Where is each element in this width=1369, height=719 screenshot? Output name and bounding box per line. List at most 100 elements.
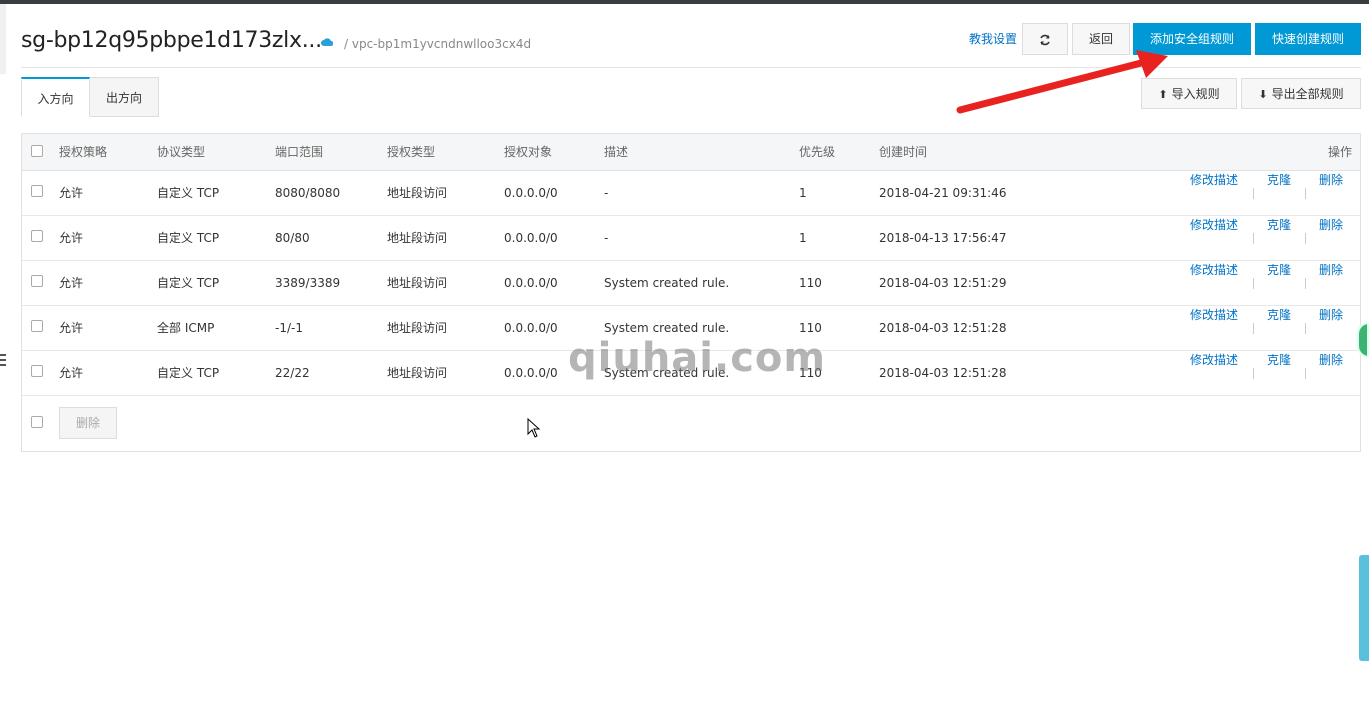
cell-port: -1/-1 (275, 321, 303, 335)
divider (1253, 188, 1254, 199)
menu-icon[interactable] (0, 354, 6, 368)
edit-description-link[interactable]: 修改描述 (1190, 171, 1238, 188)
cell-priority: 1 (799, 186, 807, 200)
edit-description-link[interactable]: 修改描述 (1190, 351, 1238, 368)
cell-policy: 允许 (59, 186, 84, 200)
top-nav-bar (0, 0, 1369, 4)
delete-link[interactable]: 删除 (1319, 261, 1343, 278)
table-footer: 删除 (22, 396, 1360, 452)
cell-target: 0.0.0.0/0 (504, 276, 558, 290)
cell-priority: 1 (799, 231, 807, 245)
select-all-checkbox[interactable] (31, 145, 43, 157)
cell-target: 0.0.0.0/0 (504, 231, 558, 245)
cell-auth-type: 地址段访问 (387, 276, 448, 290)
clone-link[interactable]: 克隆 (1267, 171, 1291, 188)
left-sidebar-edge (0, 4, 6, 74)
col-target: 授权对象 (504, 145, 553, 159)
cell-policy: 允许 (59, 321, 84, 335)
col-auth-type: 授权类型 (387, 145, 436, 159)
cell-target: 0.0.0.0/0 (504, 186, 558, 200)
download-icon: ⬇ (1258, 88, 1268, 101)
cell-created: 2018-04-03 12:51:28 (879, 321, 1007, 335)
cell-auth-type: 地址段访问 (387, 366, 448, 380)
edit-description-link[interactable]: 修改描述 (1190, 261, 1238, 278)
cell-priority: 110 (799, 276, 822, 290)
row-checkbox[interactable] (31, 185, 43, 197)
edit-description-link[interactable]: 修改描述 (1190, 306, 1238, 323)
vpc-id: / vpc-bp1m1yvcndnwlloo3cx4d (344, 37, 532, 51)
clone-link[interactable]: 克隆 (1267, 306, 1291, 323)
clone-link[interactable]: 克隆 (1267, 351, 1291, 368)
divider (1305, 323, 1306, 334)
cloud-icon (321, 38, 333, 46)
cell-port: 3389/3389 (275, 276, 341, 290)
cell-protocol: 全部 ICMP (157, 321, 215, 335)
col-created: 创建时间 (879, 145, 928, 159)
divider (1305, 188, 1306, 199)
quick-create-rule-button[interactable]: 快速创建规则 (1255, 23, 1361, 55)
cell-protocol: 自定义 TCP (157, 366, 220, 380)
col-protocol: 协议类型 (157, 145, 206, 159)
cell-created: 2018-04-21 09:31:46 (879, 186, 1007, 200)
cell-protocol: 自定义 TCP (157, 276, 220, 290)
tab-outbound[interactable]: 出方向 (89, 77, 159, 117)
cell-auth-type: 地址段访问 (387, 186, 448, 200)
row-checkbox[interactable] (31, 275, 43, 287)
delete-link[interactable]: 删除 (1319, 306, 1343, 323)
clone-link[interactable]: 克隆 (1267, 216, 1291, 233)
row-checkbox[interactable] (31, 365, 43, 377)
cell-created: 2018-04-03 12:51:28 (879, 366, 1007, 380)
table-header: 授权策略 协议类型 端口范围 授权类型 授权对象 描述 优先级 创建时间 操作 (22, 134, 1360, 171)
side-feedback-widget[interactable] (1359, 555, 1369, 661)
export-rules-label: 导出全部规则 (1271, 87, 1344, 101)
cell-auth-type: 地址段访问 (387, 231, 448, 245)
cell-description: - (604, 231, 609, 245)
col-port: 端口范围 (275, 145, 324, 159)
col-priority: 优先级 (799, 145, 836, 159)
refresh-icon (1040, 34, 1050, 45)
delete-link[interactable]: 删除 (1319, 216, 1343, 233)
table-row: 允许 自定义 TCP 80/80 地址段访问 0.0.0.0/0 - 1 201… (22, 216, 1360, 261)
table-row: 允许 自定义 TCP 3389/3389 地址段访问 0.0.0.0/0 Sys… (22, 261, 1360, 306)
divider (1253, 368, 1254, 379)
side-badge[interactable] (1357, 322, 1369, 358)
cell-created: 2018-04-03 12:51:29 (879, 276, 1007, 290)
table-row: 允许 自定义 TCP 8080/8080 地址段访问 0.0.0.0/0 - 1… (22, 171, 1360, 216)
delete-link[interactable]: 删除 (1319, 351, 1343, 368)
clone-link[interactable]: 克隆 (1267, 261, 1291, 278)
watermark: qiuhai.com (568, 335, 827, 381)
help-link[interactable]: 教我设置 (969, 30, 1017, 47)
cell-protocol: 自定义 TCP (157, 231, 220, 245)
export-rules-button[interactable]: ⬇ 导出全部规则 (1241, 78, 1361, 109)
delete-link[interactable]: 删除 (1319, 171, 1343, 188)
col-description: 描述 (604, 145, 629, 159)
divider (1305, 368, 1306, 379)
edit-description-link[interactable]: 修改描述 (1190, 216, 1238, 233)
tab-inbound[interactable]: 入方向 (21, 77, 90, 117)
bulk-delete-button[interactable]: 删除 (59, 407, 117, 439)
divider (1305, 278, 1306, 289)
cell-protocol: 自定义 TCP (157, 186, 220, 200)
col-actions: 操作 (1328, 145, 1353, 159)
rules-table: 授权策略 协议类型 端口范围 授权类型 授权对象 描述 优先级 创建时间 操作 … (21, 133, 1361, 452)
cell-port: 80/80 (275, 231, 310, 245)
cell-policy: 允许 (59, 366, 84, 380)
col-policy: 授权策略 (59, 145, 108, 159)
cell-policy: 允许 (59, 276, 84, 290)
row-checkbox[interactable] (31, 230, 43, 242)
divider (1253, 323, 1254, 334)
mouse-cursor-icon (527, 418, 541, 438)
cell-created: 2018-04-13 17:56:47 (879, 231, 1007, 245)
divider (1305, 233, 1306, 244)
cell-description: - (604, 186, 609, 200)
divider (1253, 278, 1254, 289)
cell-target: 0.0.0.0/0 (504, 321, 558, 335)
security-group-id: sg-bp12q95pbpe1d173zlx... (21, 28, 322, 53)
cell-policy: 允许 (59, 231, 84, 245)
row-checkbox[interactable] (31, 320, 43, 332)
divider (1253, 233, 1254, 244)
select-all-footer-checkbox[interactable] (31, 416, 43, 428)
cell-port: 8080/8080 (275, 186, 341, 200)
cell-description: System created rule. (604, 276, 730, 290)
cell-port: 22/22 (275, 366, 310, 380)
